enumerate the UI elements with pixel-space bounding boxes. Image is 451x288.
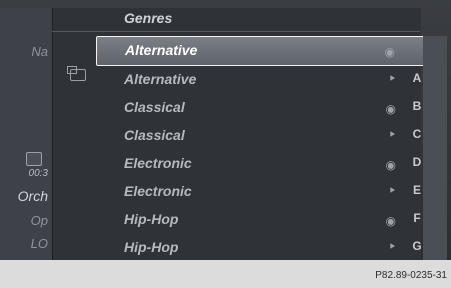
- file-icon: [370, 74, 396, 86]
- folder-icon: [67, 66, 86, 81]
- list-item-label: Electronic: [124, 155, 192, 171]
- list-item-label: Hip-Hop: [124, 211, 179, 227]
- left-label-na: Na: [31, 44, 48, 59]
- media-icon: [26, 152, 42, 166]
- file-icon: [370, 186, 396, 198]
- left-op: Op: [30, 213, 48, 228]
- scrollbar[interactable]: [423, 36, 447, 260]
- list-item[interactable]: Classical C: [96, 122, 426, 150]
- left-time: 00:3: [28, 168, 48, 179]
- screen: Na 00:3 Orch Op LO Genres Alternative Al…: [0, 0, 451, 260]
- left-orch: Orch: [17, 188, 48, 204]
- figure-reference: P82.89-0235-31: [375, 270, 447, 281]
- cd-icon: [370, 102, 396, 114]
- genre-list: Alternative Alternative A Classical B Cl…: [96, 36, 426, 260]
- cd-icon: [370, 214, 396, 226]
- list-item[interactable]: Hip-Hop F: [96, 206, 426, 234]
- list-item-label: Alternative: [124, 71, 197, 87]
- left-column: Na 00:3 Orch Op LO: [0, 8, 52, 260]
- title-divider: [52, 31, 420, 32]
- page-title: Genres: [124, 10, 173, 26]
- left-lo: LO: [30, 236, 48, 251]
- list-item-label: Classical: [124, 127, 185, 143]
- list-item[interactable]: Classical B: [96, 94, 426, 122]
- file-icon: [370, 242, 396, 254]
- list-item[interactable]: Hip-Hop G: [96, 234, 426, 260]
- cd-icon: [370, 158, 396, 170]
- list-item-label: Electronic: [124, 183, 192, 199]
- cd-icon: [369, 45, 395, 57]
- list-item[interactable]: Electronic E: [96, 178, 426, 206]
- list-item[interactable]: Alternative A: [96, 66, 426, 94]
- list-item-label: Hip-Hop: [124, 239, 179, 255]
- list-item[interactable]: Alternative: [96, 36, 426, 66]
- list-item-label: Classical: [124, 99, 185, 115]
- list-item-label: Alternative: [125, 42, 198, 58]
- list-item[interactable]: Electronic D: [96, 150, 426, 178]
- file-icon: [370, 130, 396, 142]
